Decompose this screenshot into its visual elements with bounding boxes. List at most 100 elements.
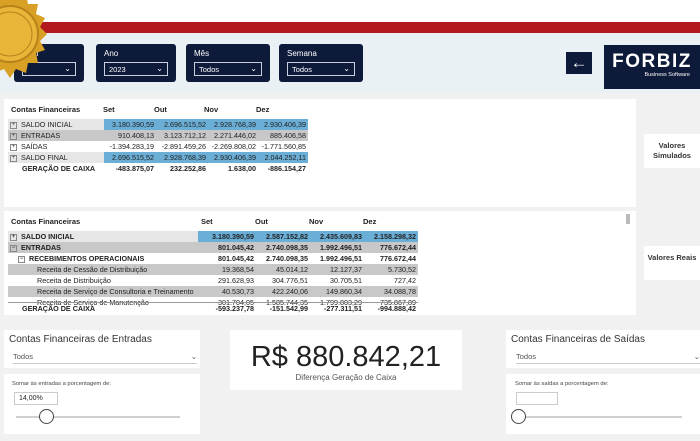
t2-row[interactable]: Receita de Distribuição 291.628,93 304.776… (8, 275, 418, 286)
t1-total-cell: 232.252,86 (170, 164, 206, 173)
chevron-down-icon: ⌄ (250, 64, 257, 73)
t2-cell: 12.127,37 (330, 265, 362, 274)
t1-cell: 910.408,13 (118, 131, 154, 140)
expand-plus-icon[interactable]: + (10, 154, 17, 162)
t2-cell: 422.240,06 (272, 287, 308, 296)
entradas-dropdown[interactable]: Todos ⌄ (13, 350, 197, 364)
expand-plus-icon[interactable]: + (10, 233, 17, 241)
filter-ano[interactable]: Ano 2023 ⌄ (96, 44, 176, 82)
table2-scrollbar[interactable] (626, 214, 630, 224)
t2-row[interactable]: Receita de Cessão de Distribuição 19.368,… (8, 264, 418, 275)
entradas-card: Contas Financeiras de Entradas Todos ⌄ (4, 330, 200, 368)
t2-row-label-text: Receita de Cessão de Distribuição (37, 265, 148, 274)
chevron-down-icon: ⌄ (693, 352, 700, 361)
t1-total-label: GERAÇÃO DE CAIXA (22, 164, 96, 173)
table2-header-out: Out (255, 217, 268, 226)
t1-cell: 2.044.252,11 (264, 153, 306, 162)
t2-row[interactable]: + SALDO INICIAL 3.180.390,59 2.587.152,82 2.… (8, 231, 418, 242)
t2-row-label-text: SALDO INICIAL (21, 232, 75, 241)
t2-cell: 3.180.390,59 (212, 232, 254, 241)
saidas-card-title: Contas Financeiras de Saídas (511, 334, 645, 345)
filter-mes[interactable]: Mês Todos ⌄ (186, 44, 270, 82)
t1-row-label-text: SAÍDAS (21, 142, 48, 151)
t1-row[interactable]: + SALDO FINAL 2.696.515,52 2.928.768,39 2.93… (8, 152, 308, 163)
t1-row[interactable]: + SAÍDAS -1.394.283,19 -2.891.459,26 -2.269.… (8, 141, 308, 152)
table1-header-out: Out (154, 105, 167, 114)
t2-row-label: Receita de Serviço de Consultoria e Trei… (37, 286, 194, 297)
forbiz-logo: FORBIZ Business Software (604, 45, 700, 89)
t2-cell: 40.530,73 (222, 287, 254, 296)
saidas-percent-input[interactable] (516, 392, 558, 405)
t1-cell: 3.123.712,12 (164, 131, 206, 140)
entradas-card-title: Contas Financeiras de Entradas (9, 334, 152, 345)
entradas-percent-card: Somar às entradas a porcentagem de: 14,0… (4, 374, 200, 434)
table2-header-dez: Dez (363, 217, 377, 226)
t2-row[interactable]: − RECEBIMENTOS OPERACIONAIS 801.045,42 2.74… (8, 253, 418, 264)
t2-row-label-text: Receita de Distribuição (37, 276, 111, 285)
t2-cell: 1.992.496,51 (320, 254, 362, 263)
t1-row[interactable]: + SALDO INICIAL 3.180.390,59 2.696.515,52 2.… (8, 119, 308, 130)
t2-cell: 2.587.152,82 (266, 232, 308, 241)
t2-row-label-text: Receita de Serviço de Consultoria e Trei… (37, 287, 194, 296)
saidas-dropdown[interactable]: Todos ⌄ (516, 350, 700, 364)
filter-semana[interactable]: Semana Todos ⌄ (279, 44, 363, 82)
expand-plus-icon[interactable]: + (10, 121, 17, 129)
entradas-dropdown-value: Todos (13, 352, 34, 361)
t2-cell: 776.672,44 (380, 243, 416, 252)
expand-plus-icon[interactable]: + (10, 143, 17, 151)
collapse-minus-icon[interactable]: − (18, 255, 25, 263)
t1-row-label: + ENTRADAS (10, 130, 60, 141)
t2-cell: 19.368,54 (222, 265, 254, 274)
chevron-down-icon: ⌄ (64, 64, 71, 73)
kpi-value: R$ 880.842,21 (250, 341, 442, 373)
saidas-slider-thumb[interactable] (511, 409, 526, 424)
t1-cell: 885.406,58 (270, 131, 306, 140)
t2-cell: 45.014,12 (276, 265, 308, 274)
filter-mes-select[interactable]: Todos ⌄ (194, 62, 262, 76)
t2-cell: 727,42 (394, 276, 416, 285)
filter-mes-value: Todos (199, 64, 220, 74)
t1-row[interactable]: + ENTRADAS 910.408,13 3.123.712,12 2.271.446… (8, 130, 308, 141)
t2-row[interactable]: − ENTRADAS 801.045,42 2.740.098,35 1.992.496… (8, 242, 418, 253)
t1-row-label: + SALDO FINAL (10, 152, 68, 163)
entradas-percent-input[interactable]: 14,00% (14, 392, 58, 405)
t2-row[interactable]: Receita de Serviço de Consultoria e Trei… (8, 286, 418, 297)
filter-ano-select[interactable]: 2023 ⌄ (104, 62, 168, 76)
saidas-slider-track[interactable] (518, 416, 682, 418)
chevron-down-icon: ⌄ (156, 64, 163, 73)
back-arrow-button[interactable]: ← (566, 52, 592, 74)
filter-semana-select[interactable]: Todos ⌄ (287, 62, 355, 76)
entradas-hint: Somar às entradas a porcentagem de: (12, 381, 111, 387)
summary-matrix-panel: Contas Financeiras Set Out Nov Dez + SALD… (4, 99, 636, 207)
t2-cell: 2.158.298,32 (374, 232, 416, 241)
logo-subtitle: Business Software (644, 72, 690, 78)
t1-cell: -1.771.560,85 (261, 142, 306, 151)
collapse-minus-icon[interactable]: − (10, 244, 17, 252)
t2-total-cell: -593.237,78 (215, 304, 254, 313)
logo-title: FORBIZ (612, 51, 692, 72)
table2-header-set: Set (201, 217, 213, 226)
table1-header-nov: Nov (204, 105, 219, 114)
entradas-slider-thumb[interactable] (38, 409, 54, 424)
t1-total-cell: 1.638,00 (228, 164, 256, 173)
expand-plus-icon[interactable]: + (10, 132, 17, 140)
t2-cell: 304.776,51 (272, 276, 308, 285)
t1-cell: 2.271.446,02 (214, 131, 256, 140)
t2-row-label-text: RECEBIMENTOS OPERACIONAIS (29, 254, 145, 263)
valores-simulados-button[interactable]: Valores Simulados (644, 134, 700, 168)
t2-total-row: GERAÇÃO DE CAIXA -593.237,78 -151.542,99 -2… (8, 302, 418, 313)
t2-row-label: Receita de Distribuição (37, 275, 111, 286)
detail-matrix-panel: Contas Financeiras Set Out Nov Dez + SALD… (4, 211, 636, 315)
t2-cell: 776.672,44 (380, 254, 416, 263)
t1-total-row: GERAÇÃO DE CAIXA -483.875,07 232.252,86 1.6… (8, 163, 308, 174)
t1-cell: 2.928.768,39 (214, 120, 256, 129)
t2-cell: 801.045,42 (218, 243, 254, 252)
t2-cell: 5.730,52 (388, 265, 416, 274)
t2-total-label: GERAÇÃO DE CAIXA (22, 304, 96, 313)
chevron-down-icon: ⌄ (343, 64, 350, 73)
t1-cell: 2.696.515,52 (164, 120, 206, 129)
valores-reais-button[interactable]: Valores Reais (644, 246, 700, 280)
t1-cell: -2.891.459,26 (161, 142, 206, 151)
t2-row-label: − RECEBIMENTOS OPERACIONAIS (18, 253, 144, 264)
t2-cell: 149.860,34 (326, 287, 362, 296)
